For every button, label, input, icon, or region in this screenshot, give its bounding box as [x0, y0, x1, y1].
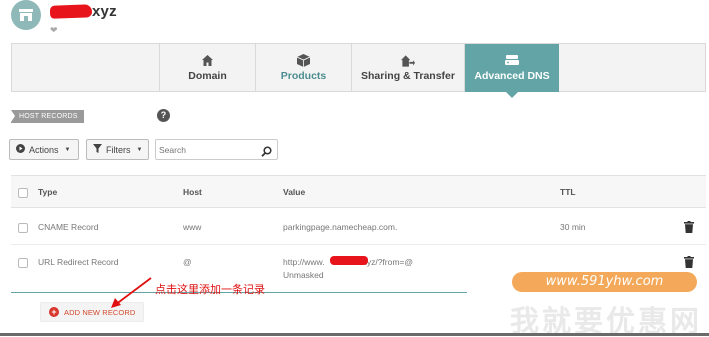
- store-icon: [11, 0, 41, 30]
- record-type: URL Redirect Record: [38, 257, 119, 267]
- plus-circle-icon: +: [49, 307, 59, 317]
- section-title: HOST RECORDS: [11, 110, 84, 123]
- tab-domain[interactable]: Domain: [159, 44, 255, 92]
- record-value-suffix: xyz/?from=@: [362, 257, 414, 267]
- domain-tabs: Domain Products Sharing & Transfer Advan…: [11, 43, 706, 98]
- filters-label: Filters: [106, 144, 131, 155]
- record-ttl: 30 min: [560, 222, 586, 232]
- search-input[interactable]: [159, 142, 257, 157]
- redacted-url-mark: [330, 256, 368, 265]
- trash-icon[interactable]: [684, 255, 694, 273]
- tab-label: Domain: [188, 69, 227, 82]
- tab-label: Products: [280, 69, 327, 82]
- column-host: Host: [183, 187, 202, 197]
- server-stack-icon: [505, 55, 519, 67]
- play-circle-icon: [16, 144, 25, 155]
- filters-dropdown[interactable]: Filters ▼: [86, 139, 149, 160]
- bottom-border: [0, 333, 709, 336]
- caret-down-icon: ▼: [136, 146, 143, 153]
- help-icon[interactable]: ?: [157, 109, 170, 122]
- row-checkbox[interactable]: [18, 258, 28, 268]
- house-arrow-icon: [401, 54, 415, 67]
- table-header: Type Host Value TTL: [11, 175, 706, 208]
- search-icon[interactable]: [261, 144, 272, 162]
- domain-header: xyz ❤: [0, 0, 709, 42]
- tab-sharing-transfer[interactable]: Sharing & Transfer: [351, 44, 464, 92]
- tab-advanced-dns[interactable]: Advanced DNS: [464, 44, 559, 98]
- box-icon: [297, 54, 311, 67]
- annotation-text: 点击这里添加一条记录: [155, 283, 265, 296]
- actions-dropdown[interactable]: Actions ▼: [9, 139, 79, 160]
- actions-label: Actions: [29, 144, 59, 155]
- caret-down-icon: ▼: [64, 146, 71, 153]
- table-row[interactable]: CNAME Record www parkingpage.namecheap.c…: [11, 210, 706, 245]
- tab-products[interactable]: Products: [255, 44, 351, 92]
- record-value-note: Unmasked: [283, 270, 324, 280]
- tab-label: Advanced DNS: [474, 69, 550, 82]
- heart-icon[interactable]: ❤: [50, 25, 58, 36]
- tab-label: Sharing & Transfer: [361, 69, 455, 82]
- record-value-prefix: http://www.: [283, 257, 325, 267]
- domain-title: xyz: [52, 3, 117, 20]
- record-host: @: [183, 257, 192, 267]
- column-ttl: TTL: [560, 187, 576, 197]
- select-all-checkbox[interactable]: [18, 188, 28, 198]
- watermark-slogan: 我就要优惠网: [510, 304, 703, 337]
- domain-name-suffix: xyz: [92, 3, 117, 20]
- search-field[interactable]: [155, 139, 278, 160]
- record-host: www: [183, 222, 202, 232]
- record-value: parkingpage.namecheap.com.: [283, 222, 398, 232]
- annotation-arrow-icon: [111, 277, 152, 308]
- row-checkbox[interactable]: [18, 223, 28, 233]
- watermark-url: www.591yhw.com: [512, 272, 697, 292]
- filter-icon: [93, 144, 102, 155]
- home-icon: [201, 55, 215, 67]
- column-value: Value: [283, 187, 306, 197]
- column-type: Type: [38, 187, 58, 197]
- record-type: CNAME Record: [38, 222, 99, 232]
- trash-icon[interactable]: [684, 220, 694, 238]
